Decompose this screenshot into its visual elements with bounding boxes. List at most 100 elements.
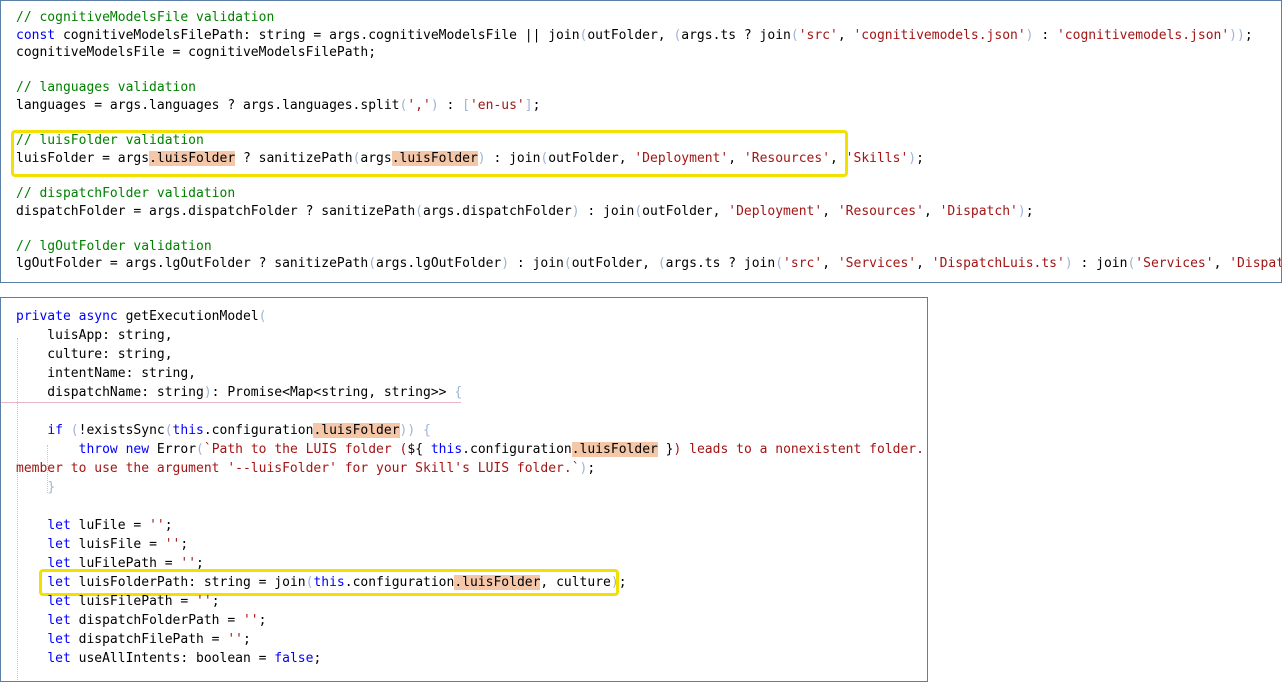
code-token: cognitiveModelsFile = cognitiveModelsFil… [16,45,377,61]
code-token: ) [571,203,580,219]
code-line: if (!existsSync(this.configuration.luisF… [16,421,431,440]
code-line: private async getExecutionModel( [16,307,266,326]
code-token: let [47,556,71,571]
code-token: let [47,613,71,628]
code-token: ; [243,632,251,647]
code-token: ( [258,309,267,324]
code-token: ; [1025,203,1034,219]
code-token: ( [657,256,666,272]
code-token: 'Resources' [743,150,831,166]
code-token: ; [1244,27,1253,43]
code-token: this [172,423,204,438]
code-token: culture: string, [16,347,173,362]
code-token: ( [790,27,799,43]
code-token: ) [501,256,510,272]
code-token: ) [203,385,212,400]
code-token: outFolder, [587,27,674,43]
code-line: let dispatchFolderPath = ''; [16,611,266,630]
code-token: ) [477,150,486,166]
code-token: // cognitiveModelsFile validation [16,10,275,25]
code-line: const cognitiveModelsFilePath: string = … [16,26,1253,45]
code-token: 'DispatchLuis.ts' [931,256,1065,272]
code-line: let luFile = ''; [16,516,172,535]
code-token: throw [78,442,118,457]
highlighted-token: .luisFolder [391,150,478,166]
code-token: ; [196,556,204,571]
code-token: )) [1229,27,1245,43]
code-token: new [125,442,150,457]
line-separator [1,402,461,403]
code-token: ; [587,461,596,476]
code-token: { [454,385,463,400]
code-line: cognitiveModelsFile = cognitiveModelsFil… [16,43,376,62]
code-token: let [47,537,71,552]
code-line: dispatchName: string): Promise<Map<strin… [16,383,462,402]
code-token: intentName: string, [16,366,197,381]
code-token: dispatchName: string [16,385,204,400]
code-token: ( [368,256,377,272]
code-token: this [430,442,463,457]
code-token: 'Deployment' [728,203,823,219]
code-token: ${ [407,442,431,457]
code-line: // cognitiveModelsFile validation [16,8,274,27]
code-token: , [830,150,846,166]
code-token: args.ts ? join [681,27,791,43]
code-token: // dispatchFolder validation [16,186,236,201]
code-token: ( [775,256,784,272]
code-token: 'Dispatch' [939,203,1018,219]
code-line: let dispatchFilePath = ''; [16,630,251,649]
code-token: : join [579,203,635,219]
code-token: , [923,203,940,219]
code-token: ; [180,537,189,552]
code-line: throw new Error(`Path to the LUIS folder… [16,440,924,459]
code-token: } [657,442,674,457]
code-token: luFilePath = [70,556,181,571]
code-line: let luFilePath = ''; [16,554,204,573]
code-token: luisFolderPath: string = join [70,575,306,590]
code-token: ) [1064,256,1073,272]
highlighted-token: .luisFolder [571,442,658,457]
code-token: ) [1017,203,1026,219]
code-token: } [47,480,56,495]
code-line: // dispatchFolder validation [16,184,235,203]
code-token: 'Services' [837,256,917,272]
code-token: ) leads to a nonexistent folder. [673,442,924,457]
code-token: ( [415,203,423,219]
code-line: luisFolder = args.luisFolder ? sanitizeP… [16,149,924,168]
code-token: ; [211,594,220,609]
code-token: Error [149,442,197,457]
code-token: let [47,518,71,533]
code-line: culture: string, [16,345,173,364]
code-token: args [360,150,392,166]
code-token: args.dispatchFolder [423,203,572,219]
code-token: ( [70,423,79,438]
code-token: dispatchFolder = args.dispatchFolder ? s… [16,203,416,219]
code-token: args.ts ? join [665,256,776,272]
code-token: ( [563,256,572,272]
code-token: '' [242,613,259,628]
code-token: , culture [540,575,611,590]
code-token: ] [524,98,533,113]
code-token: 'Skills' [845,150,909,166]
code-token: 'src' [798,27,838,43]
code-token: args.lgOutFolder [376,256,502,272]
highlighted-token: .luisFolder [313,423,400,438]
code-token: luisFolder = args [16,150,150,166]
code-token: ) [610,575,619,590]
code-token: ; [618,575,627,590]
code-snippet-validation: // cognitiveModelsFile validation const c… [0,0,1282,283]
code-token: outFolder, [548,150,635,166]
code-token: { [423,423,431,438]
code-token: ; [532,98,541,113]
code-token: ; [313,651,322,666]
code-token: getExecutionModel [117,309,259,324]
code-token: .configuration [203,423,314,438]
